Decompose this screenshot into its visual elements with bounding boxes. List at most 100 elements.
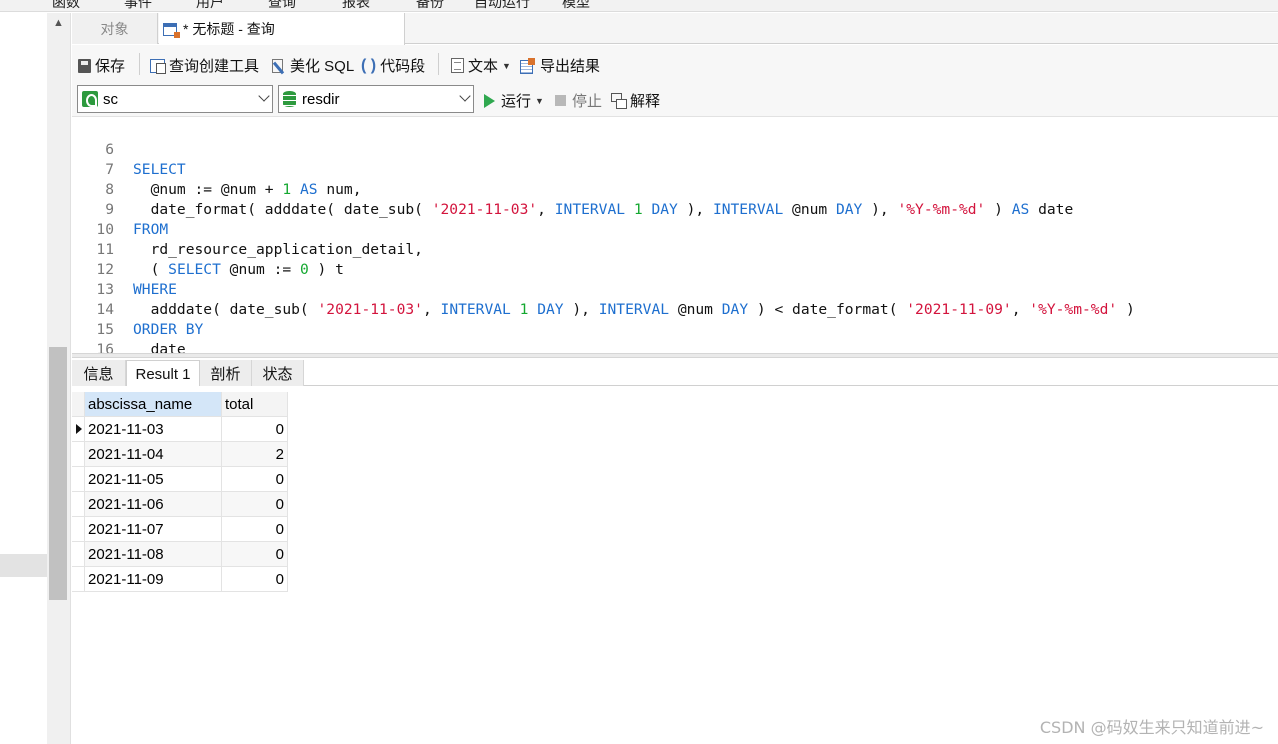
database-icon bbox=[283, 91, 296, 107]
stop-label: 停止 bbox=[572, 93, 603, 110]
table-row[interactable]: 2021-11-05 0 bbox=[72, 467, 288, 492]
tab-profile[interactable]: 剖析 bbox=[200, 360, 252, 386]
menu-bar: 函数 事件 用户 查询 报表 备份 自动运行 模型 bbox=[0, 0, 1278, 12]
export-results-button[interactable]: 导出结果 bbox=[520, 55, 600, 76]
code-line: 6 SELECT bbox=[72, 120, 1278, 178]
grid-cell[interactable]: 2 bbox=[222, 442, 288, 467]
menu-item-query[interactable]: 查询 bbox=[268, 0, 296, 11]
chevron-down-icon: ▼ bbox=[502, 60, 511, 71]
tab-objects[interactable]: 对象 bbox=[72, 13, 158, 44]
menu-item-automation[interactable]: 自动运行 bbox=[474, 0, 530, 11]
table-row[interactable]: 2021-11-06 0 bbox=[72, 492, 288, 517]
run-label: 运行 bbox=[501, 93, 532, 110]
code-line: 14 ORDER BY bbox=[72, 280, 1278, 338]
table-row[interactable]: 2021-11-09 0 bbox=[72, 567, 288, 592]
code-snippet-button[interactable]: ( ) 代码段 bbox=[361, 55, 425, 76]
navigation-pane bbox=[0, 13, 47, 744]
query-builder-label: 查询创建工具 bbox=[169, 58, 260, 75]
row-indicator bbox=[72, 467, 85, 492]
chevron-down-icon[interactable] bbox=[459, 90, 471, 102]
chevron-down-icon[interactable] bbox=[258, 90, 270, 102]
table-row[interactable]: 2021-11-08 0 bbox=[72, 542, 288, 567]
scroll-up-icon[interactable]: ▲ bbox=[53, 17, 64, 29]
grid-cell[interactable]: 2021-11-03 bbox=[85, 417, 222, 442]
grid-cell[interactable]: 0 bbox=[222, 517, 288, 542]
sql-editor[interactable]: 6 SELECT 7 @num := @num + 1 AS num, 8 da… bbox=[72, 117, 1278, 353]
code-line: 15 date bbox=[72, 300, 1278, 353]
grid-cell[interactable]: 0 bbox=[222, 467, 288, 492]
table-row[interactable]: 2021-11-04 2 bbox=[72, 442, 288, 467]
explain-button[interactable]: 解释 bbox=[611, 90, 660, 111]
column-header-abscissa-name[interactable]: abscissa_name bbox=[85, 392, 222, 417]
connection-value: sc bbox=[103, 90, 118, 108]
tab-result-1[interactable]: Result 1 bbox=[126, 360, 200, 387]
tab-status[interactable]: 状态 bbox=[252, 360, 304, 386]
result-grid[interactable]: abscissa_name total 2021-11-03 0 2021-11… bbox=[72, 386, 1278, 744]
query-builder-button[interactable]: 查询创建工具 bbox=[150, 55, 259, 76]
column-header-total[interactable]: total bbox=[222, 392, 288, 417]
text-mode-label: 文本 bbox=[468, 58, 499, 75]
grid-cell[interactable]: 2021-11-08 bbox=[85, 542, 222, 567]
code-line: 10 rd_resource_application_detail, bbox=[72, 200, 1278, 258]
table-row[interactable]: 2021-11-03 0 bbox=[72, 417, 288, 442]
code-snippet-icon: ( ) bbox=[361, 56, 377, 74]
chevron-down-icon[interactable]: ▼ bbox=[535, 96, 544, 106]
code-line: 7 @num := @num + 1 AS num, bbox=[72, 140, 1278, 198]
stop-button[interactable]: 停止 bbox=[555, 90, 602, 111]
beautify-label: 美化 SQL bbox=[290, 58, 355, 75]
grid-header-row: abscissa_name total bbox=[72, 392, 288, 417]
beautify-sql-button[interactable]: 美化 SQL bbox=[270, 55, 354, 76]
grid-cell[interactable]: 0 bbox=[222, 542, 288, 567]
text-icon bbox=[451, 58, 464, 73]
navigation-selected-item[interactable] bbox=[0, 554, 47, 577]
export-label: 导出结果 bbox=[540, 58, 601, 75]
grid-cell[interactable]: 2021-11-06 bbox=[85, 492, 222, 517]
grid-cell[interactable]: 0 bbox=[222, 492, 288, 517]
toolbar-divider bbox=[139, 53, 140, 75]
menu-item-events[interactable]: 事件 bbox=[124, 0, 152, 11]
result-tabs: 信息 Result 1 剖析 状态 bbox=[72, 358, 1278, 387]
tab-query[interactable]: * 无标题 - 查询 bbox=[159, 13, 405, 45]
grid-cell[interactable]: 2021-11-09 bbox=[85, 567, 222, 592]
export-icon bbox=[520, 58, 536, 74]
row-indicator bbox=[72, 517, 85, 542]
database-select[interactable]: resdir bbox=[278, 85, 474, 113]
row-indicator bbox=[72, 442, 85, 467]
tab-info[interactable]: 信息 bbox=[72, 360, 126, 386]
beautify-icon bbox=[270, 58, 286, 74]
code-line: 11 ( SELECT @num := 0 ) t bbox=[72, 220, 1278, 278]
code-line: 17 ⊟ LEFT JOIN ( bbox=[72, 340, 1278, 353]
scrollbar-thumb[interactable] bbox=[49, 347, 67, 600]
row-indicator bbox=[72, 542, 85, 567]
watermark: CSDN @码奴生来只知道前进~ bbox=[1039, 718, 1264, 737]
row-indicator bbox=[72, 567, 85, 592]
grid-cell[interactable]: 0 bbox=[222, 417, 288, 442]
menu-item-backup[interactable]: 备份 bbox=[416, 0, 444, 11]
database-value: resdir bbox=[302, 90, 340, 108]
save-icon bbox=[78, 58, 91, 73]
grid-cell[interactable]: 0 bbox=[222, 567, 288, 592]
grid-cell[interactable]: 2021-11-07 bbox=[85, 517, 222, 542]
connection-select[interactable]: sc bbox=[77, 85, 273, 113]
play-icon bbox=[484, 93, 495, 108]
row-indicator-header bbox=[72, 392, 85, 417]
text-mode-button[interactable]: 文本 ▼ bbox=[451, 55, 511, 76]
query-builder-icon bbox=[150, 58, 166, 74]
grid-cell[interactable]: 2021-11-05 bbox=[85, 467, 222, 492]
menu-item-users[interactable]: 用户 bbox=[196, 0, 224, 11]
menu-item-reports[interactable]: 报表 bbox=[342, 0, 370, 11]
save-button[interactable]: 保存 bbox=[78, 55, 125, 76]
menu-item-functions[interactable]: 函数 bbox=[52, 0, 80, 11]
grid-cell[interactable]: 2021-11-04 bbox=[85, 442, 222, 467]
code-line: 8 date_format( adddate( date_sub( '2021-… bbox=[72, 160, 1278, 218]
tab-query-label: * 无标题 - 查询 bbox=[183, 21, 275, 37]
code-line: 16 └ ) a bbox=[72, 320, 1278, 353]
toolbar-divider bbox=[438, 53, 439, 75]
table-row[interactable]: 2021-11-07 0 bbox=[72, 517, 288, 542]
menu-item-model[interactable]: 模型 bbox=[562, 0, 590, 11]
explain-icon bbox=[611, 93, 627, 109]
connection-bar: sc resdir 运行 ▼ 停止 解释 bbox=[72, 83, 1278, 117]
code-line: 13 adddate( date_sub( '2021-11-03', INTE… bbox=[72, 260, 1278, 318]
run-button[interactable]: 运行 ▼ bbox=[484, 90, 544, 111]
navigation-scrollbar[interactable]: ▲ bbox=[47, 13, 71, 744]
